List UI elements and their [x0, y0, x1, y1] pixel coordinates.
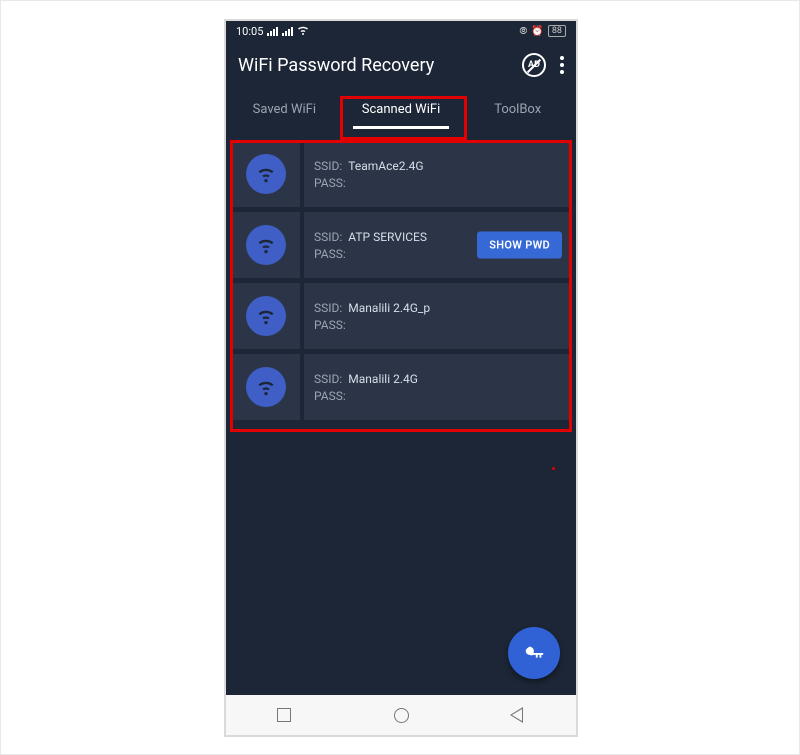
ssid-label: SSID: [314, 230, 342, 244]
ssid-label: SSID: [314, 159, 342, 173]
wifi-icon [246, 225, 286, 265]
row-icon-cell [232, 141, 304, 207]
ssid-value: Manalili 2.4G [348, 372, 418, 386]
wifi-icon [297, 24, 309, 39]
network-row[interactable]: SSID: Manalili 2.4G_p PASS: [232, 283, 570, 349]
signal-icon [282, 27, 293, 36]
network-row[interactable]: SSID: Manalili 2.4G PASS: [232, 354, 570, 420]
wifi-icon [246, 154, 286, 194]
alarm-icon: ⏰ [531, 26, 543, 37]
ssid-value: ATP SERVICES [348, 230, 427, 244]
system-navbar [226, 695, 576, 735]
signal-icon [267, 27, 278, 36]
nav-home-button[interactable] [394, 708, 409, 723]
row-icon-cell [232, 354, 304, 420]
wifi-icon [246, 367, 286, 407]
battery-indicator: 88 [548, 25, 566, 37]
ssid-label: SSID: [314, 301, 342, 315]
annotation-dot [552, 467, 555, 470]
nav-recents-button[interactable] [277, 708, 291, 722]
row-icon-cell [232, 212, 304, 278]
wifi-icon [246, 296, 286, 336]
ssid-label: SSID: [314, 372, 342, 386]
network-row[interactable]: SSID: ATP SERVICES PASS: SHOW PWD [232, 212, 570, 278]
nav-back-button[interactable] [512, 707, 525, 723]
status-bar: 10:05 ⦾ ⏰ 88 [226, 21, 576, 41]
network-row[interactable]: SSID: TeamAce2.4G PASS: [232, 141, 570, 207]
more-options-button[interactable] [560, 56, 564, 74]
show-password-button[interactable]: SHOW PWD [477, 232, 562, 259]
lock-icon: ⦾ [519, 26, 527, 37]
row-icon-cell [232, 283, 304, 349]
tabs: Saved WiFi Scanned WiFi ToolBox [226, 89, 576, 129]
fab-key-button[interactable] [508, 627, 560, 679]
app-title: WiFi Password Recovery [238, 55, 522, 76]
tab-saved-wifi[interactable]: Saved WiFi [226, 89, 343, 129]
ssid-value: TeamAce2.4G [348, 159, 423, 173]
key-icon [523, 642, 545, 664]
pass-label: PASS: [314, 247, 346, 261]
no-ads-icon[interactable]: AD [522, 53, 546, 77]
content-area: SSID: TeamAce2.4G PASS: SSID: ATP SERVICES… [226, 129, 576, 695]
network-list: SSID: TeamAce2.4G PASS: SSID: ATP SERVICES… [226, 141, 576, 420]
app-bar: WiFi Password Recovery AD [226, 41, 576, 89]
pass-label: PASS: [314, 389, 346, 403]
phone-frame: 10:05 ⦾ ⏰ 88 WiFi Password Recovery AD S… [224, 19, 578, 737]
status-time: 10:05 [236, 25, 263, 38]
tab-toolbox[interactable]: ToolBox [459, 89, 576, 129]
pass-label: PASS: [314, 318, 346, 332]
ssid-value: Manalili 2.4G_p [348, 301, 430, 315]
pass-label: PASS: [314, 176, 346, 190]
tab-scanned-wifi[interactable]: Scanned WiFi [343, 89, 460, 129]
